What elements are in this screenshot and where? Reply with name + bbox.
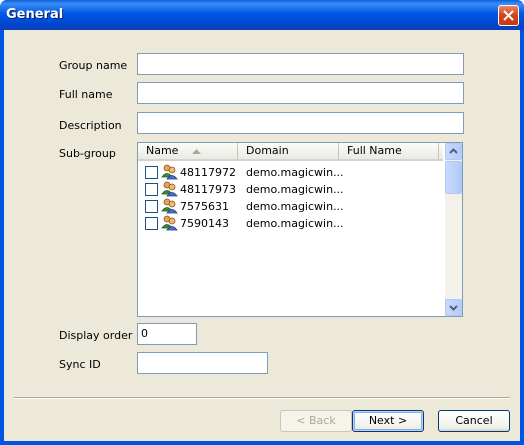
- sub-group-label: Sub-group: [59, 147, 116, 160]
- sync-id-field[interactable]: [137, 352, 268, 374]
- next-button[interactable]: Next >: [352, 410, 424, 432]
- full-name-label: Full name: [59, 88, 113, 101]
- dialog-window: General Group name Full name Description…: [0, 0, 524, 445]
- full-name-field[interactable]: [137, 82, 464, 104]
- column-domain-label: Domain: [246, 144, 289, 157]
- row-domain: demo.magicwin...: [246, 183, 344, 196]
- back-button[interactable]: < Back: [280, 410, 352, 432]
- list-row[interactable]: 48117972 demo.magicwin...: [138, 164, 443, 181]
- scroll-thumb[interactable]: [445, 161, 462, 194]
- dialog-body: Group name Full name Description Sub-gro…: [4, 30, 520, 441]
- row-name: 48117972: [180, 166, 236, 179]
- group-name-field[interactable]: [137, 53, 464, 75]
- group-icon: [161, 215, 178, 231]
- list-row[interactable]: 7575631 demo.magicwin...: [138, 198, 443, 215]
- row-name: 48117973: [180, 183, 236, 196]
- row-checkbox[interactable]: [145, 200, 158, 213]
- group-name-label: Group name: [59, 59, 128, 72]
- close-button[interactable]: [498, 5, 519, 26]
- description-label: Description: [59, 119, 122, 132]
- column-header-domain[interactable]: Domain: [238, 143, 339, 159]
- row-checkbox[interactable]: [145, 166, 158, 179]
- scroll-up-button[interactable]: [445, 143, 462, 160]
- sub-group-list[interactable]: Name Domain Full Name 48117972 demo.magi…: [137, 142, 463, 317]
- scroll-up-icon: [449, 148, 458, 154]
- row-checkbox[interactable]: [145, 183, 158, 196]
- group-icon: [161, 164, 178, 180]
- row-domain: demo.magicwin...: [246, 217, 344, 230]
- column-header-name[interactable]: Name: [138, 143, 238, 159]
- row-domain: demo.magicwin...: [246, 166, 344, 179]
- row-domain: demo.magicwin...: [246, 200, 344, 213]
- column-name-label: Name: [146, 144, 179, 157]
- scroll-down-icon: [449, 305, 458, 311]
- list-header: Name Domain Full Name: [138, 143, 443, 161]
- column-full-name-label: Full Name: [347, 144, 402, 157]
- close-icon: [503, 10, 514, 21]
- vertical-scrollbar[interactable]: [445, 143, 462, 316]
- description-field[interactable]: [137, 112, 464, 134]
- title-bar[interactable]: General: [0, 0, 524, 30]
- list-row[interactable]: 48117973 demo.magicwin...: [138, 181, 443, 198]
- row-checkbox[interactable]: [145, 217, 158, 230]
- sort-ascending-icon: [192, 149, 201, 154]
- row-name: 7590143: [180, 217, 229, 230]
- window-title: General: [6, 7, 64, 22]
- column-header-full-name[interactable]: Full Name: [339, 143, 439, 159]
- separator: [14, 397, 510, 399]
- display-order-field[interactable]: 0: [137, 323, 197, 345]
- scroll-down-button[interactable]: [445, 299, 462, 316]
- display-order-label: Display order: [59, 329, 133, 342]
- cancel-button[interactable]: Cancel: [438, 410, 510, 432]
- group-icon: [161, 181, 178, 197]
- row-name: 7575631: [180, 200, 229, 213]
- group-icon: [161, 198, 178, 214]
- list-row[interactable]: 7590143 demo.magicwin...: [138, 215, 443, 232]
- sync-id-label: Sync ID: [59, 358, 101, 371]
